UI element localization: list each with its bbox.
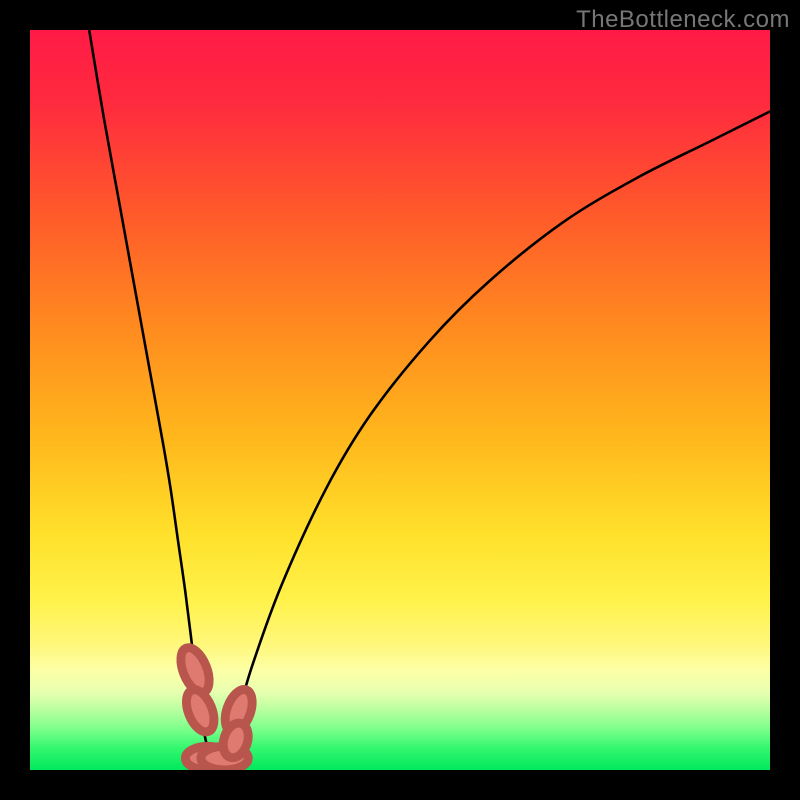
bottleneck-marker <box>181 686 220 736</box>
app-root: TheBottleneck.com <box>0 0 800 800</box>
chart-plot-area <box>30 30 770 770</box>
chart-svg-layer <box>30 30 770 770</box>
bottleneck-markers <box>175 644 257 770</box>
watermark-text: TheBottleneck.com <box>576 6 790 34</box>
